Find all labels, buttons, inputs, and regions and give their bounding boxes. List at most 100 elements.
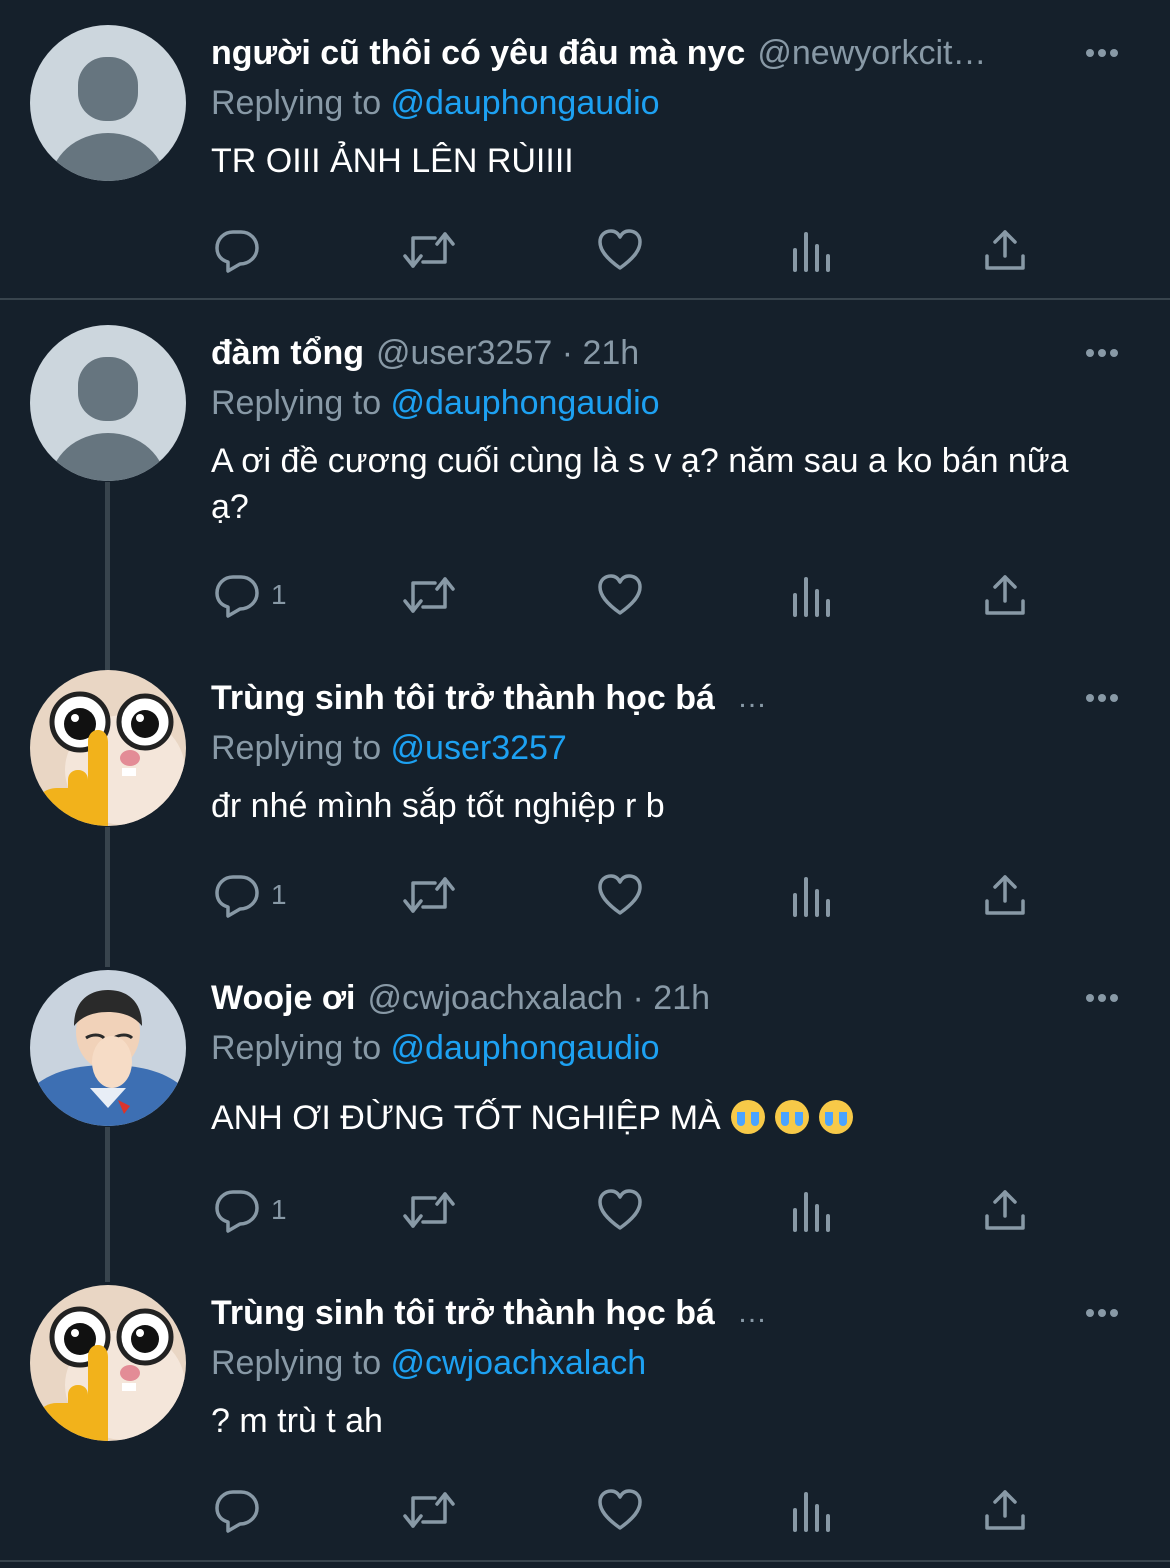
avatar[interactable] (30, 1285, 186, 1441)
replying-to: Replying to @dauphongaudio (211, 84, 660, 122)
retweet-button[interactable] (401, 865, 457, 925)
like-icon (598, 874, 642, 915)
share-icon (985, 1190, 1025, 1230)
avatar[interactable] (30, 970, 186, 1126)
analytics-icon (793, 1492, 830, 1532)
more-icon[interactable] (1074, 1288, 1130, 1338)
display-name[interactable]: Trùng sinh tôi trở thành học bá (211, 673, 715, 723)
divider (0, 1560, 1170, 1562)
tweet[interactable]: Trùng sinh tôi trở thành học bá … Replyi… (0, 645, 1170, 967)
share-icon (985, 575, 1025, 615)
like-button[interactable] (596, 1180, 644, 1240)
handle[interactable]: @newyorkcit… (757, 28, 986, 78)
more-icon[interactable] (1074, 973, 1130, 1023)
reply-count: 1 (271, 879, 287, 910)
share-button[interactable] (981, 1480, 1029, 1540)
more-icon[interactable] (1074, 673, 1130, 723)
replying-to: Replying to @user3257 (211, 729, 567, 767)
display-name[interactable]: Wooje ơi (211, 973, 355, 1023)
handle[interactable]: @cwjoachxalach · 21h (367, 973, 710, 1023)
retweet-icon (403, 1492, 455, 1528)
avatar[interactable] (30, 25, 186, 181)
avatar[interactable] (30, 325, 186, 481)
like-button[interactable] (596, 865, 644, 925)
default-avatar-icon (30, 325, 186, 481)
avatar[interactable] (30, 670, 186, 826)
share-icon (985, 875, 1025, 915)
display-name[interactable]: đàm tổng (211, 328, 364, 378)
more-icon[interactable] (1074, 28, 1130, 78)
analytics-button[interactable] (791, 565, 835, 625)
tweet[interactable]: người cũ thôi có yêu đâu mà nyc @newyork… (0, 0, 1170, 300)
thread-line (105, 1127, 110, 1282)
mention-link[interactable]: @cwjoachxalach (391, 1344, 647, 1382)
default-avatar-icon (30, 25, 186, 181)
mention-link[interactable]: @dauphongaudio (391, 84, 660, 122)
display-name[interactable]: Trùng sinh tôi trở thành học bá (211, 1288, 715, 1338)
share-icon (985, 1490, 1025, 1530)
handle[interactable]: … (737, 1288, 767, 1338)
analytics-icon (793, 232, 830, 272)
retweet-button[interactable] (401, 1480, 457, 1540)
display-name[interactable]: người cũ thôi có yêu đâu mà nyc (211, 28, 745, 78)
reply-button[interactable] (213, 220, 271, 280)
retweet-icon (403, 877, 455, 913)
tweet-text: đr nhé mình sắp tốt nghiệp r b (211, 787, 665, 825)
person-photo-avatar-icon (30, 970, 186, 1126)
reply-button[interactable]: 1 (213, 1180, 287, 1240)
cat-glasses-avatar-icon (30, 1285, 186, 1441)
action-bar (211, 1480, 1091, 1540)
tweet-header: Trùng sinh tôi trở thành học bá … (211, 673, 1130, 723)
analytics-button[interactable] (791, 220, 835, 280)
reply-count: 1 (271, 1194, 287, 1225)
retweet-button[interactable] (401, 1180, 457, 1240)
loudly-crying-face-icon (730, 1100, 765, 1134)
tweet-text: ANH ƠI ĐỪNG TỐT NGHIỆP MÀ (211, 1095, 1130, 1141)
like-icon (598, 1489, 642, 1530)
tweet-header: người cũ thôi có yêu đâu mà nyc @newyork… (211, 28, 1130, 78)
like-button[interactable] (596, 1480, 644, 1540)
analytics-icon (793, 1192, 830, 1232)
analytics-button[interactable] (791, 865, 835, 925)
reply-icon (215, 230, 259, 273)
reply-icon (215, 1190, 259, 1233)
more-icon[interactable] (1074, 328, 1130, 378)
action-bar: 1 (211, 565, 1091, 625)
analytics-button[interactable] (791, 1180, 835, 1240)
mention-link[interactable]: @user3257 (391, 729, 567, 767)
handle[interactable]: @user3257 · 21h (376, 328, 639, 378)
share-button[interactable] (981, 565, 1029, 625)
like-icon (598, 1189, 642, 1230)
analytics-icon (793, 877, 830, 917)
share-button[interactable] (981, 865, 1029, 925)
tweet[interactable]: đàm tổng @user3257 · 21h Replying to @da… (0, 300, 1170, 677)
reply-button[interactable] (213, 1480, 271, 1540)
tweet-text: A ơi đề cương cuối cùng là s v ạ? năm sa… (211, 442, 1069, 526)
share-button[interactable] (981, 220, 1029, 280)
retweet-button[interactable] (401, 220, 457, 280)
reply-icon (215, 1490, 259, 1533)
action-bar: 1 (211, 1180, 1091, 1240)
tweet[interactable]: Trùng sinh tôi trở thành học bá … Replyi… (0, 1260, 1170, 1560)
retweet-button[interactable] (401, 565, 457, 625)
mention-link[interactable]: @dauphongaudio (391, 384, 660, 422)
like-button[interactable] (596, 565, 644, 625)
like-button[interactable] (596, 220, 644, 280)
analytics-button[interactable] (791, 1480, 835, 1540)
mention-link[interactable]: @dauphongaudio (391, 1029, 660, 1067)
reply-icon (215, 575, 259, 618)
tweet-header: Trùng sinh tôi trở thành học bá … (211, 1288, 1130, 1338)
handle[interactable]: … (737, 673, 767, 723)
replying-to: Replying to @cwjoachxalach (211, 1344, 647, 1382)
tweet[interactable]: Wooje ơi @cwjoachxalach · 21h Replying t… (0, 945, 1170, 1282)
share-button[interactable] (981, 1180, 1029, 1240)
reply-button[interactable]: 1 (213, 865, 287, 925)
tweet-text: ? m trù t ah (211, 1402, 383, 1440)
action-bar: 1 (211, 865, 1091, 925)
action-bar (211, 220, 1091, 280)
tweet-header: đàm tổng @user3257 · 21h (211, 328, 1130, 378)
reply-count: 1 (271, 579, 287, 610)
reply-button[interactable]: 1 (213, 565, 287, 625)
analytics-icon (793, 577, 830, 617)
replying-to: Replying to @dauphongaudio (211, 1029, 660, 1067)
